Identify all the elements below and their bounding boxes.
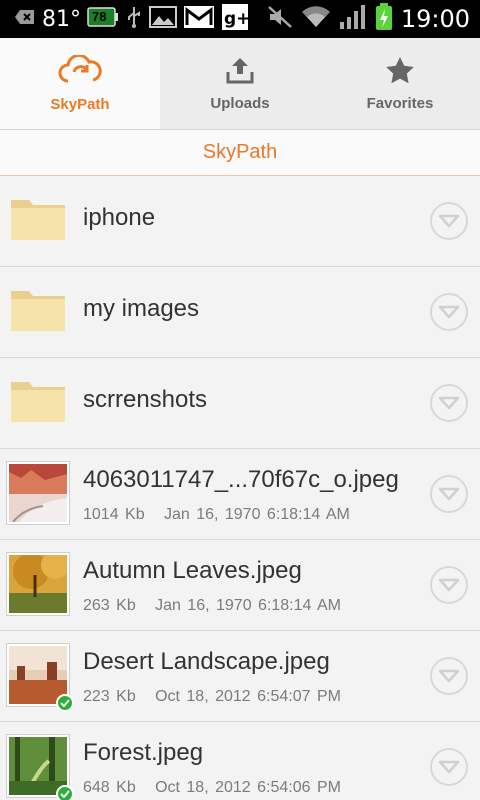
temperature-text: 81° xyxy=(42,6,81,32)
svg-text:g+: g+ xyxy=(224,9,249,29)
chevron-down-icon xyxy=(438,396,460,410)
wifi-icon xyxy=(301,5,331,34)
current-folder-title: SkyPath xyxy=(202,141,278,163)
item-name: Desert Landscape.jpeg xyxy=(83,648,330,675)
synced-check-icon xyxy=(56,785,74,800)
gmail-icon xyxy=(183,5,215,34)
item-menu-button[interactable] xyxy=(430,748,468,786)
tab-skypath[interactable]: SkyPath xyxy=(0,38,160,129)
star-icon xyxy=(385,56,415,89)
chevron-down-icon xyxy=(438,305,460,319)
cloud-sync-icon xyxy=(58,53,102,90)
item-meta: 263 Kb Jan 16, 1970 6:18:14 AM xyxy=(83,597,341,614)
gallery-icon xyxy=(149,5,177,33)
chevron-down-icon xyxy=(438,578,460,592)
folder-icon xyxy=(10,376,66,429)
item-name: scrrenshots xyxy=(83,386,208,413)
upload-icon xyxy=(225,56,255,89)
list-item[interactable]: scrrenshots xyxy=(0,358,480,449)
usb-icon xyxy=(125,5,143,34)
item-name: Autumn Leaves.jpeg xyxy=(83,557,302,584)
list-item[interactable]: iphone xyxy=(0,176,480,267)
list-item[interactable]: Desert Landscape.jpeg 223 Kb Oct 18, 201… xyxy=(0,631,480,722)
list-item[interactable]: Autumn Leaves.jpeg 263 Kb Jan 16, 1970 6… xyxy=(0,540,480,631)
battery-charging-icon xyxy=(375,2,393,36)
list-item[interactable]: 4063011747_...70f67c_o.jpeg 1014 Kb Jan … xyxy=(0,449,480,540)
item-menu-button[interactable] xyxy=(430,202,468,240)
item-name: my images xyxy=(83,295,200,322)
folder-icon xyxy=(10,194,66,247)
item-menu-button[interactable] xyxy=(430,657,468,695)
tab-uploads[interactable]: Uploads xyxy=(160,38,320,129)
item-name: iphone xyxy=(83,204,156,231)
tab-uploads-label: Uploads xyxy=(210,94,270,112)
battery-level-text: 78 xyxy=(92,8,107,24)
folder-icon xyxy=(10,285,66,338)
clock-text: 19:00 xyxy=(400,5,470,33)
tab-favorites-label: Favorites xyxy=(366,94,434,112)
tab-skypath-label: SkyPath xyxy=(50,95,110,113)
google-plus-icon: g+ xyxy=(221,3,250,36)
item-menu-button[interactable] xyxy=(430,293,468,331)
tab-favorites[interactable]: Favorites xyxy=(320,38,480,129)
item-menu-button[interactable] xyxy=(430,475,468,513)
signal-icon xyxy=(339,4,367,35)
battery-widget-icon: 78 xyxy=(87,6,119,33)
item-menu-button[interactable] xyxy=(430,566,468,604)
chevron-down-icon xyxy=(438,214,460,228)
notification-back-icon xyxy=(14,8,36,31)
tab-bar: SkyPath Uploads Favorites xyxy=(0,38,480,130)
list-item[interactable]: Forest.jpeg 648 Kb Oct 18, 2012 6:54:06 … xyxy=(0,722,480,800)
file-list: iphone my images scrrenshots 4063011747_… xyxy=(0,176,480,800)
image-thumbnail xyxy=(6,461,70,525)
item-meta: 223 Kb Oct 18, 2012 6:54:07 PM xyxy=(83,688,341,705)
mute-icon xyxy=(267,5,293,34)
breadcrumb: SkyPath xyxy=(0,130,480,176)
item-menu-button[interactable] xyxy=(430,384,468,422)
chevron-down-icon xyxy=(438,760,460,774)
item-name: 4063011747_...70f67c_o.jpeg xyxy=(83,466,399,493)
item-meta: 648 Kb Oct 18, 2012 6:54:06 PM xyxy=(83,779,341,796)
synced-check-icon xyxy=(56,694,74,712)
chevron-down-icon xyxy=(438,487,460,501)
item-meta: 1014 Kb Jan 16, 1970 6:18:14 AM xyxy=(83,506,350,523)
list-item[interactable]: my images xyxy=(0,267,480,358)
chevron-down-icon xyxy=(438,669,460,683)
item-name: Forest.jpeg xyxy=(83,739,204,766)
status-bar: 81° 78 g+ 19:00 xyxy=(0,0,480,38)
image-thumbnail xyxy=(6,551,70,616)
